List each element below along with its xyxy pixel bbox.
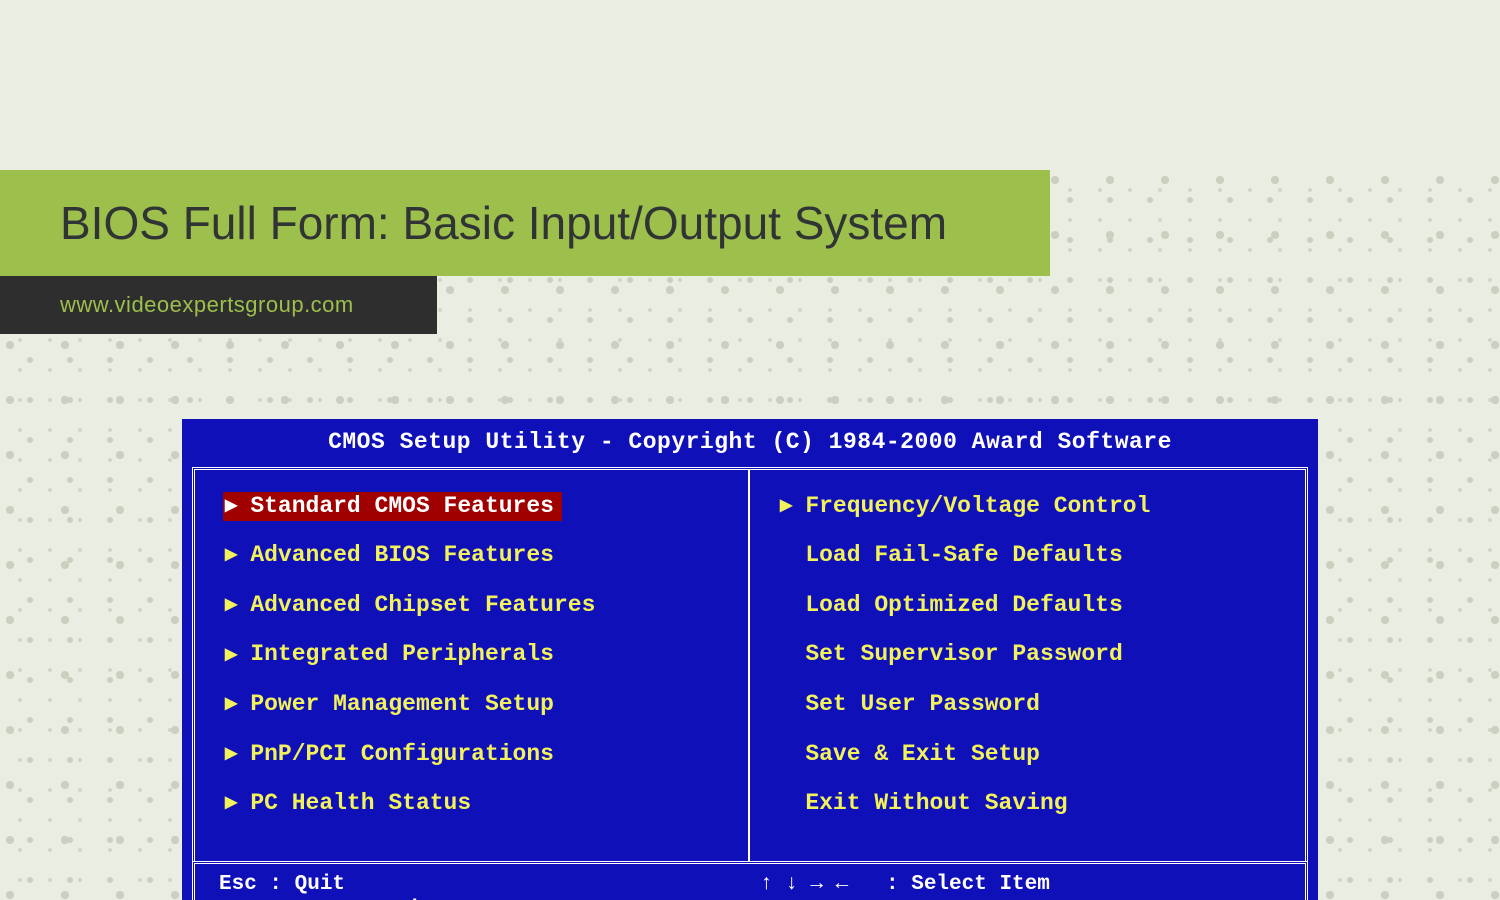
- bios-menu-item[interactable]: ▶ Advanced Chipset Features: [223, 591, 603, 621]
- bios-menu-left-column: ▶ Standard CMOS Features ▶ Advanced BIOS Fe…: [195, 470, 750, 861]
- bios-menu-item-label: PC Health Status: [250, 790, 471, 818]
- bios-menu-item[interactable]: ▶Exit Without Saving: [778, 789, 1076, 819]
- bios-menu-item-label: Power Management Setup: [250, 691, 554, 719]
- bios-menu-item[interactable]: ▶Save & Exit Setup: [778, 740, 1048, 770]
- bios-menu-item-label: Standard CMOS Features: [250, 493, 554, 521]
- bios-footer: Esc : Quit F10 : Save & Exit Setup ↑ ↓ →…: [192, 861, 1308, 900]
- triangle-right-icon: ▶: [225, 497, 237, 516]
- triangle-right-icon: ▶: [225, 646, 237, 665]
- bios-menu-item[interactable]: ▶ PnP/PCI Configurations: [223, 740, 562, 770]
- bios-menu-item-label: Set User Password: [805, 691, 1040, 719]
- bios-menu-item[interactable]: ▶ PC Health Status: [223, 789, 479, 819]
- bios-window: CMOS Setup Utility - Copyright (C) 1984-…: [182, 419, 1318, 900]
- bios-menu-item-label: Save & Exit Setup: [805, 741, 1040, 769]
- bios-menu-item-label: Integrated Peripherals: [250, 641, 554, 669]
- bios-menu-item-label: Set Supervisor Password: [805, 641, 1122, 669]
- bios-menu-item[interactable]: ▶Set User Password: [778, 690, 1048, 720]
- bios-menu-right-column: ▶ Frequency/Voltage Control ▶Load Fail-Saf…: [750, 470, 1305, 861]
- bios-footer-right: ↑ ↓ → ← : Select Item: [750, 872, 1281, 900]
- triangle-right-icon: ▶: [225, 695, 237, 714]
- triangle-right-icon: ▶: [225, 596, 237, 615]
- bios-menu-item[interactable]: ▶Load Optimized Defaults: [778, 591, 1131, 621]
- triangle-right-icon: ▶: [225, 745, 237, 764]
- bios-menu-item-label: Exit Without Saving: [805, 790, 1067, 818]
- triangle-right-icon: ▶: [225, 546, 237, 565]
- source-url-bar: www.videoexpertsgroup.com: [0, 276, 437, 334]
- source-url-text: www.videoexpertsgroup.com: [60, 292, 354, 318]
- bios-menu-item-label: Load Optimized Defaults: [805, 592, 1122, 620]
- triangle-right-icon: ▶: [225, 794, 237, 813]
- bios-menu-item-label: Advanced Chipset Features: [250, 592, 595, 620]
- bios-menu-item[interactable]: ▶ Frequency/Voltage Control: [778, 492, 1158, 522]
- triangle-right-icon: ▶: [780, 497, 792, 516]
- bios-menu-item[interactable]: ▶Load Fail-Safe Defaults: [778, 541, 1131, 571]
- bios-footer-left: Esc : Quit F10 : Save & Exit Setup: [219, 872, 750, 900]
- bios-menu-item[interactable]: ▶ Standard CMOS Features: [223, 492, 562, 522]
- bios-menu-box: ▶ Standard CMOS Features ▶ Advanced BIOS Fe…: [192, 467, 1308, 861]
- bios-menu-item[interactable]: ▶Set Supervisor Password: [778, 640, 1131, 670]
- page-title-bar: BIOS Full Form: Basic Input/Output Syste…: [0, 170, 1050, 276]
- bios-menu-item[interactable]: ▶ Integrated Peripherals: [223, 640, 562, 670]
- page-title: BIOS Full Form: Basic Input/Output Syste…: [60, 196, 947, 250]
- bios-menu-item-label: Frequency/Voltage Control: [805, 493, 1150, 521]
- bios-menu-item-label: Advanced BIOS Features: [250, 542, 554, 570]
- bios-menu-item[interactable]: ▶ Advanced BIOS Features: [223, 541, 562, 571]
- bios-menu-item-label: Load Fail-Safe Defaults: [805, 542, 1122, 570]
- bios-menu-item[interactable]: ▶ Power Management Setup: [223, 690, 562, 720]
- bios-title: CMOS Setup Utility - Copyright (C) 1984-…: [192, 425, 1308, 467]
- bios-menu-item-label: PnP/PCI Configurations: [250, 741, 554, 769]
